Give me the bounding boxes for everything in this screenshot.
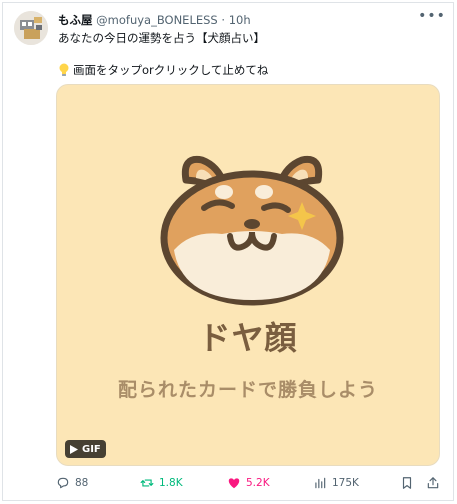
views-chart-icon bbox=[315, 477, 326, 489]
media-title: ドヤ顔 bbox=[198, 319, 298, 357]
more-options-icon[interactable]: ••• bbox=[418, 8, 445, 24]
avatar-image bbox=[14, 11, 48, 45]
reply-button[interactable]: 88 bbox=[56, 476, 88, 490]
tweet-actions: 88 1.8K 5.2K 175K bbox=[56, 476, 446, 494]
header-separator: · bbox=[221, 13, 226, 27]
views-button[interactable]: 175K bbox=[313, 476, 359, 490]
heart-icon bbox=[228, 478, 240, 489]
reply-icon bbox=[57, 477, 69, 489]
media-subtitle: 配られたカードで勝負しよう bbox=[117, 379, 378, 401]
view-count: 175K bbox=[332, 477, 359, 489]
play-icon bbox=[70, 444, 78, 454]
gif-media[interactable]: ドヤ顔 配られたカードで勝負しよう GIF bbox=[56, 84, 440, 466]
tweet-time[interactable]: 10h bbox=[229, 13, 251, 27]
author-name[interactable]: もふ屋 bbox=[58, 13, 93, 27]
gif-badge[interactable]: GIF bbox=[65, 440, 106, 458]
reply-count: 88 bbox=[75, 477, 89, 489]
retweet-count: 1.8K bbox=[159, 477, 183, 489]
retweet-button[interactable]: 1.8K bbox=[140, 476, 183, 490]
shiba-face-illustration bbox=[160, 155, 344, 306]
share-icon bbox=[427, 477, 439, 489]
author-handle[interactable]: @mofuya_BONELESS bbox=[96, 13, 218, 27]
bookmark-button[interactable] bbox=[400, 476, 414, 490]
bookmark-icon bbox=[402, 477, 412, 489]
lightbulb-icon bbox=[59, 63, 69, 76]
like-count: 5.2K bbox=[246, 477, 270, 489]
tweet-text-line-2: 画面をタップorクリックして止めてね bbox=[58, 62, 268, 78]
avatar[interactable] bbox=[14, 11, 48, 45]
like-button[interactable]: 5.2K bbox=[227, 476, 270, 490]
tweet-text-line-2-label: 画面をタップorクリックして止めてね bbox=[73, 63, 269, 77]
share-button[interactable] bbox=[426, 476, 440, 490]
retweet-icon bbox=[140, 479, 154, 487]
gif-badge-label: GIF bbox=[82, 443, 101, 455]
tweet-text-line-1: あなたの今日の運勢を占う【犬顔占い】 bbox=[58, 31, 265, 45]
tweet-header: もふ屋 @mofuya_BONELESS · 10h bbox=[58, 12, 251, 28]
